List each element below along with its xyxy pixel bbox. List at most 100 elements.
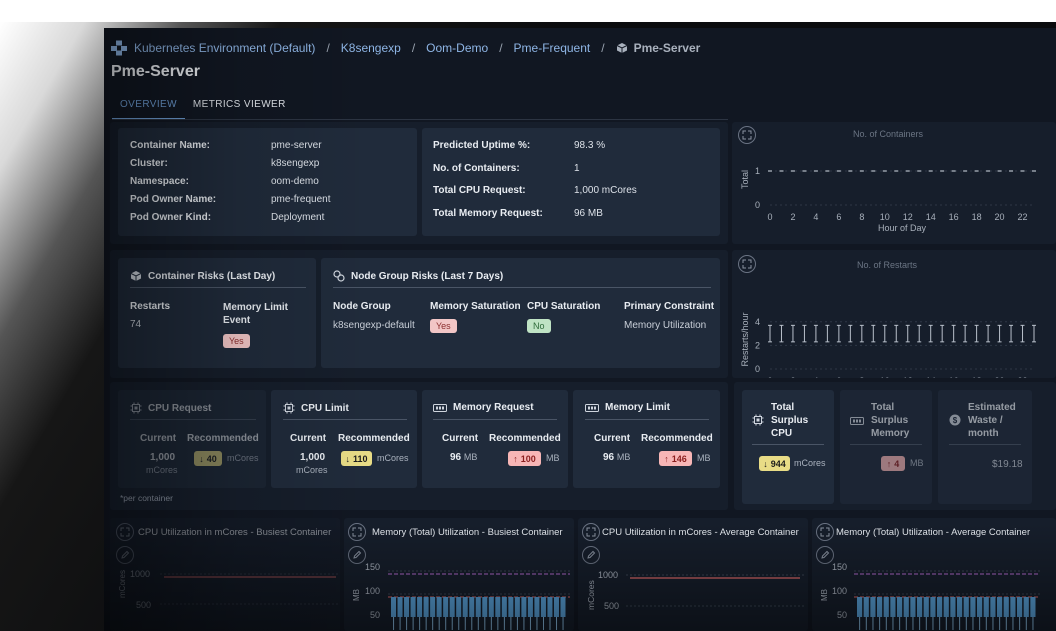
- surplus-memory-card: Total Surplus Memory ↑ 4 MB: [840, 390, 932, 504]
- node-group-risks-card: Node Group Risks (Last 7 Days) Node Grou…: [321, 258, 720, 368]
- current-label: Current: [140, 433, 177, 444]
- container-risks-title: Container Risks (Last Day): [130, 270, 275, 282]
- memory-icon: [585, 403, 599, 412]
- edit-icon[interactable]: [582, 546, 600, 564]
- edit-icon[interactable]: [116, 546, 134, 564]
- bar: [410, 597, 416, 617]
- x-tick-label: 2: [790, 376, 795, 378]
- expand-icon[interactable]: [582, 523, 600, 541]
- stat-key-cpu-request: Total CPU Request:: [433, 185, 526, 196]
- y-tick-label: 1: [755, 166, 760, 176]
- y-tick: 150: [832, 562, 848, 572]
- cpu-saturation-badge: No: [527, 319, 551, 333]
- bar: [897, 597, 903, 617]
- y-tick: 50: [837, 610, 848, 620]
- memory-request-title: Memory Request: [433, 402, 534, 413]
- memory-icon: [850, 417, 864, 425]
- bar: [482, 597, 488, 617]
- expand-icon[interactable]: [816, 523, 834, 541]
- cpu-busiest-chart-panel: CPU Utilization in mCores - Busiest Cont…: [110, 518, 340, 631]
- breadcrumb-owner[interactable]: Pme-Frequent: [514, 41, 591, 55]
- kubernetes-cubes-icon: [111, 40, 127, 56]
- bar: [903, 597, 909, 617]
- x-tick-label: 20: [995, 376, 1005, 378]
- y-tick-label: 2: [755, 340, 760, 350]
- y-tick: 150: [365, 562, 381, 572]
- bar: [488, 597, 494, 617]
- edit-icon[interactable]: [348, 546, 366, 564]
- y-tick-label: 0: [755, 364, 760, 374]
- arrow-down-icon: ↓: [345, 453, 350, 464]
- app-window: Kubernetes Environment (Default) / K8sen…: [104, 28, 1056, 631]
- cpu-request-title: CPU Request: [130, 402, 211, 414]
- memory-request-recommended-pill: ↑ 100: [508, 451, 541, 466]
- node-group-value: k8sengexp-default: [333, 320, 415, 331]
- cpu-request-current: 1,000: [150, 452, 176, 463]
- estimated-waste-title: Estimated Waste / month: [968, 402, 1016, 439]
- divider: [585, 419, 709, 420]
- surplus-cpu-title: Total Surplus CPU: [771, 402, 809, 439]
- stats-card: Predicted Uptime %: 98.3 % No. of Contai…: [422, 128, 720, 236]
- info-key-pod-owner-kind: Pod Owner Kind:: [130, 212, 212, 223]
- x-tick-label: 8: [859, 212, 864, 222]
- bar: [1010, 597, 1016, 617]
- container-info-card: Container Name: pme-server Cluster: k8se…: [118, 128, 417, 236]
- bar: [553, 597, 559, 617]
- cpu-average-chart-panel: CPU Utilization in mCores - Average Cont…: [578, 518, 808, 631]
- node-group-icon: [333, 270, 345, 282]
- breadcrumb-separator: /: [411, 41, 416, 55]
- data-point: [779, 324, 784, 343]
- arrow-down-icon: ↓: [763, 458, 768, 469]
- memory-saturation-badge: Yes: [430, 319, 457, 333]
- y-axis-label: mCores: [118, 569, 127, 598]
- expand-icon[interactable]: [116, 523, 134, 541]
- data-point: [940, 324, 945, 343]
- bar: [1023, 597, 1029, 617]
- tab-metrics-viewer[interactable]: METRICS VIEWER: [185, 96, 294, 120]
- breadcrumb-cluster[interactable]: K8sengexp: [341, 41, 401, 55]
- x-tick-label: 8: [859, 376, 864, 378]
- restarts-value: 74: [130, 319, 142, 330]
- breadcrumb-namespace[interactable]: Oom-Demo: [426, 41, 488, 55]
- bar: [456, 597, 462, 617]
- header-node-group: Node Group: [333, 301, 391, 312]
- data-point: [882, 324, 887, 343]
- bar: [963, 597, 969, 617]
- data-point: [859, 324, 864, 343]
- stat-value-containers: 1: [574, 163, 580, 174]
- stat-key-containers: No. of Containers:: [433, 163, 520, 174]
- tab-overview[interactable]: OVERVIEW: [112, 96, 185, 120]
- x-tick-label: 4: [813, 212, 818, 222]
- x-tick-label: 2: [790, 212, 795, 222]
- data-point: [928, 324, 933, 343]
- memory-limit-recommended-unit: MB: [697, 453, 711, 463]
- header-cpu-saturation: CPU Saturation: [527, 301, 601, 312]
- bar: [508, 597, 514, 617]
- cpu-chip-icon: [130, 402, 142, 414]
- y-tick: 500: [136, 600, 152, 610]
- data-point: [1032, 324, 1036, 343]
- bar: [534, 597, 540, 617]
- data-point: [768, 324, 772, 343]
- x-tick-label: 18: [972, 376, 982, 378]
- info-value-pod-owner-name: pme-frequent: [271, 194, 331, 205]
- bar: [514, 597, 520, 617]
- info-key-cluster: Cluster:: [130, 158, 168, 169]
- x-tick-label: 14: [926, 212, 936, 222]
- header-primary-constraint: Primary Constraint: [624, 301, 715, 312]
- bar: [863, 597, 869, 617]
- bar: [917, 597, 923, 617]
- divider: [752, 444, 824, 445]
- y-tick: 100: [365, 586, 381, 596]
- divider: [130, 419, 256, 420]
- memory-request-current: 96 MB: [450, 452, 478, 463]
- data-point: [986, 324, 991, 343]
- bar: [540, 597, 546, 617]
- breadcrumb-environment[interactable]: Kubernetes Environment (Default): [134, 41, 315, 55]
- bar: [495, 597, 501, 617]
- bar: [436, 597, 442, 617]
- cpu-limit-title: CPU Limit: [283, 402, 349, 414]
- chart-title: CPU Utilization in mCores - Average Cont…: [602, 527, 799, 538]
- data-point: [836, 324, 841, 343]
- expand-icon[interactable]: [348, 523, 366, 541]
